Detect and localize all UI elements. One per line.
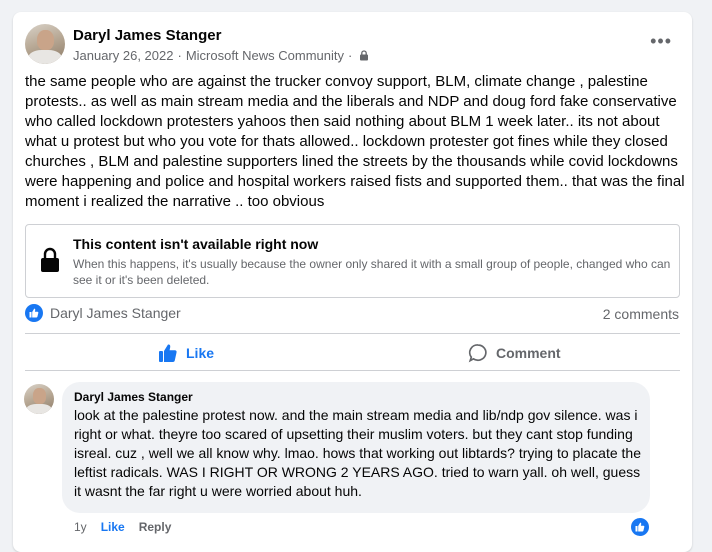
comment-icon [468,344,487,363]
meta-separator: · [348,48,353,63]
post-text: the same people who are against the truc… [25,73,685,210]
like-label: Like [186,345,215,361]
comment-bubble: Daryl James Stanger look at the palestin… [62,382,650,513]
reactions-summary[interactable]: Daryl James Stanger [25,304,181,322]
group-name[interactable]: Microsoft News Community [186,48,344,63]
comments-count[interactable]: 2 comments [603,306,679,322]
post-author[interactable]: Daryl James Stanger [73,27,221,44]
post-card: Daryl James Stanger January 26, 2022 · M… [13,12,692,552]
unavailable-description: When this happens, it's usually because … [73,257,671,287]
comment-time[interactable]: 1y [74,520,87,534]
comment-author[interactable]: Daryl James Stanger [74,390,193,404]
lock-icon [360,50,369,61]
comment-text: look at the palestine protest now. and t… [74,407,641,499]
reaction-liker-name[interactable]: Daryl James Stanger [50,305,181,321]
comment-reply-button[interactable]: Reply [139,520,172,534]
post-meta: January 26, 2022 · Microsoft News Commun… [73,48,369,63]
divider [25,333,680,334]
comment-button[interactable]: Comment [468,340,561,366]
meta-separator: · [177,48,182,63]
post-date[interactable]: January 26, 2022 [73,48,173,63]
author-avatar[interactable] [25,24,65,64]
comment-like-button[interactable]: Like [101,520,125,534]
divider [25,370,680,371]
unavailable-title: This content isn't available right now [73,236,319,252]
unavailable-content-box: This content isn't available right now W… [25,224,680,298]
more-options-icon[interactable]: ••• [650,32,672,50]
like-button[interactable]: Like [158,340,214,366]
comment-like-reaction-icon[interactable] [629,516,651,538]
comment-label: Comment [496,345,561,361]
comment-actions: 1y Like Reply [74,520,171,534]
like-reaction-icon [25,304,43,322]
lock-icon [41,247,59,272]
thumbs-up-icon [159,344,177,362]
commenter-avatar[interactable] [24,384,54,414]
